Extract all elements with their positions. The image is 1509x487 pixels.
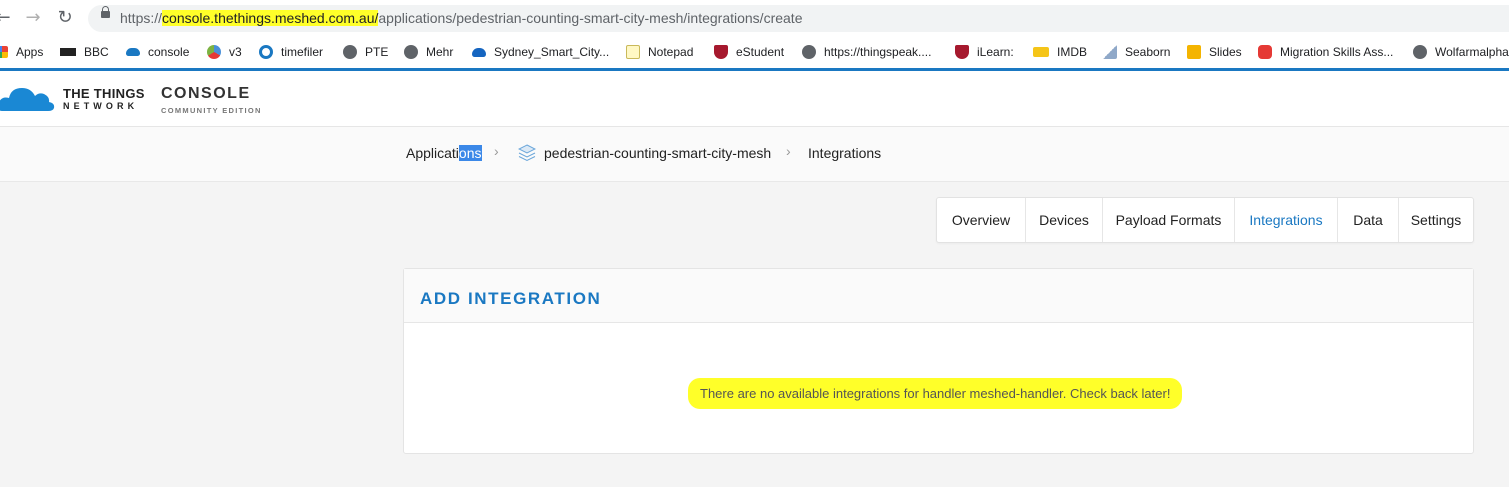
migration-icon: [1258, 45, 1272, 59]
browser-toolbar: ← → ↻ https://console.thethings.meshed.c…: [0, 0, 1509, 36]
bookmark-wolfarmalpha[interactable]: Wolfarmalpha: [1413, 42, 1509, 62]
bookmark-timefiler[interactable]: timefiler: [259, 42, 323, 62]
empty-state-message: There are no available integrations for …: [692, 382, 1179, 405]
imdb-icon: [1033, 47, 1049, 57]
url-text[interactable]: https://console.thethings.meshed.com.au/…: [120, 10, 802, 26]
application-tabs: Overview Devices Payload Formats Integra…: [936, 197, 1474, 243]
chevron-right-icon: ›: [494, 143, 499, 159]
breadcrumb-applications[interactable]: Applications: [406, 145, 482, 161]
slides-icon: [1187, 45, 1201, 59]
console-wordmark: CONSOLE COMMUNITY EDITION: [161, 85, 262, 116]
bookmarks-bar: Apps BBC console v3 timefiler PTE Mehr S…: [0, 36, 1509, 68]
shield-icon: [714, 45, 728, 59]
bookmark-bbc[interactable]: BBC: [60, 42, 109, 62]
bookmark-estudent[interactable]: eStudent: [714, 42, 784, 62]
forward-icon[interactable]: →: [22, 6, 44, 30]
globe-icon: [1413, 45, 1427, 59]
tab-payload-formats[interactable]: Payload Formats: [1103, 198, 1235, 242]
seaborn-icon: [1103, 45, 1117, 59]
onedrive-icon: [472, 47, 486, 57]
notepad-icon: [626, 45, 640, 59]
bookmark-thingspeak[interactable]: https://thingspeak....: [802, 42, 931, 62]
timefiler-icon: [259, 45, 273, 59]
globe-icon: [802, 45, 816, 59]
tab-integrations[interactable]: Integrations: [1235, 198, 1338, 242]
bookmark-slides[interactable]: Slides: [1187, 42, 1242, 62]
lock-icon[interactable]: [101, 6, 110, 18]
apps-grid-icon: [0, 46, 8, 58]
bookmark-mehr[interactable]: Mehr: [404, 42, 453, 62]
reload-icon[interactable]: ↻: [54, 6, 76, 30]
bookmark-apps[interactable]: Apps: [0, 42, 43, 62]
bookmark-v3[interactable]: v3: [207, 42, 242, 62]
layers-icon: [518, 144, 536, 162]
bookmark-seaborn[interactable]: Seaborn: [1103, 42, 1170, 62]
bookmark-imdb[interactable]: IMDB: [1033, 42, 1087, 62]
bookmark-ilearn[interactable]: iLearn:: [955, 42, 1014, 62]
globe-icon: [343, 45, 357, 59]
card-title: ADD INTEGRATION: [420, 289, 602, 308]
back-icon[interactable]: ←: [0, 6, 14, 30]
tab-data[interactable]: Data: [1338, 198, 1399, 242]
bookmark-console[interactable]: console: [126, 42, 189, 62]
cloud-icon: [126, 48, 140, 56]
chevron-right-icon: ›: [786, 143, 791, 159]
bbc-icon: [60, 48, 76, 56]
globe-icon: [404, 45, 418, 59]
add-integration-card: ADD INTEGRATION There are no available i…: [403, 268, 1474, 454]
tab-settings[interactable]: Settings: [1399, 198, 1473, 242]
v3-icon: [207, 45, 221, 59]
app-header: THE THINGS NETWORK CONSOLE COMMUNITY EDI…: [0, 71, 1509, 127]
tab-devices[interactable]: Devices: [1026, 198, 1103, 242]
tab-overview[interactable]: Overview: [937, 198, 1026, 242]
bookmark-sydney-smart-city[interactable]: Sydney_Smart_City...: [472, 42, 609, 62]
breadcrumb-application[interactable]: pedestrian-counting-smart-city-mesh: [544, 145, 771, 161]
bookmark-pte[interactable]: PTE: [343, 42, 388, 62]
ttn-wordmark[interactable]: THE THINGS NETWORK: [63, 87, 145, 112]
shield-icon: [955, 45, 969, 59]
bookmark-notepad[interactable]: Notepad: [626, 42, 693, 62]
breadcrumb: Applications › pedestrian-counting-smart…: [0, 127, 1509, 182]
breadcrumb-current: Integrations: [808, 145, 882, 161]
ttn-cloud-logo-icon[interactable]: [0, 84, 56, 112]
bookmark-migration-skills[interactable]: Migration Skills Ass...: [1258, 42, 1393, 62]
